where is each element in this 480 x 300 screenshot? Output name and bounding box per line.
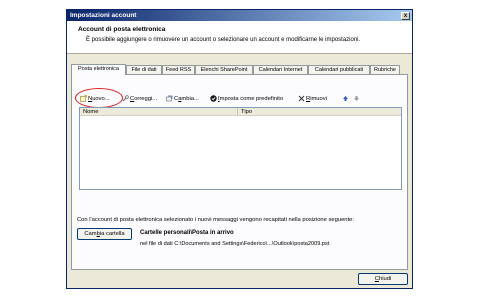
tab-rss-feeds[interactable]: Feed RSS (162, 65, 195, 74)
dialog-header: Account di posta elettronica È possibile… (67, 21, 412, 54)
remove-x-icon (298, 95, 305, 102)
close-button[interactable]: Chiudi (358, 273, 408, 285)
arrow-down-icon (353, 95, 360, 102)
new-account-icon (80, 95, 87, 102)
set-default-button[interactable]: Imposta come predefinito (210, 94, 283, 104)
change-button[interactable]: Cambia... (166, 94, 199, 104)
change-folder-button[interactable]: Cambia cartella (77, 228, 132, 240)
email-tab-panel: Nuovo... Correggi... Cambia... Imposta c… (71, 74, 408, 270)
tab-address-books[interactable]: Rubriche (370, 65, 400, 74)
check-circle-icon (210, 95, 217, 102)
tab-published-calendars[interactable]: Calendari pubblicati (308, 65, 370, 74)
window-close-button[interactable]: x (401, 11, 410, 20)
repair-button[interactable]: Correggi... (122, 94, 157, 104)
header-subtitle: È possibile aggiungere o rimuovere un ac… (86, 37, 361, 43)
new-button[interactable]: Nuovo... (80, 94, 110, 104)
column-header-name[interactable]: Nome (80, 108, 238, 116)
tab-internet-calendars[interactable]: Calendari Internet (253, 65, 308, 74)
title-bar: Impostazioni account x (67, 10, 412, 21)
column-header-type[interactable]: Tipo (238, 108, 401, 116)
remove-button[interactable]: Rimuovi (298, 94, 327, 104)
delivery-description: Con l'account di posta elettronica selez… (77, 217, 354, 223)
tab-email[interactable]: Posta elettronica (71, 64, 126, 75)
repair-icon (122, 95, 129, 102)
delivery-file-path: nel file di dati C:\Documents and Settin… (140, 241, 330, 247)
window-title: Impostazioni account (70, 12, 137, 19)
tab-sharepoint-lists[interactable]: Elenchi SharePoint (195, 65, 253, 74)
arrow-up-icon (342, 95, 349, 102)
tab-data-files[interactable]: File di dati (126, 65, 162, 74)
delivery-folder: Cartelle personali\Posta in arrivo (140, 230, 234, 236)
accounts-list[interactable]: Nome Tipo (79, 107, 402, 190)
header-title: Account di posta elettronica (78, 26, 166, 33)
account-settings-dialog: Impostazioni account x Account di posta … (66, 9, 413, 289)
close-icon: x (403, 12, 408, 19)
move-up-button[interactable] (342, 94, 350, 104)
move-down-button[interactable] (353, 94, 361, 104)
change-icon (166, 95, 173, 102)
